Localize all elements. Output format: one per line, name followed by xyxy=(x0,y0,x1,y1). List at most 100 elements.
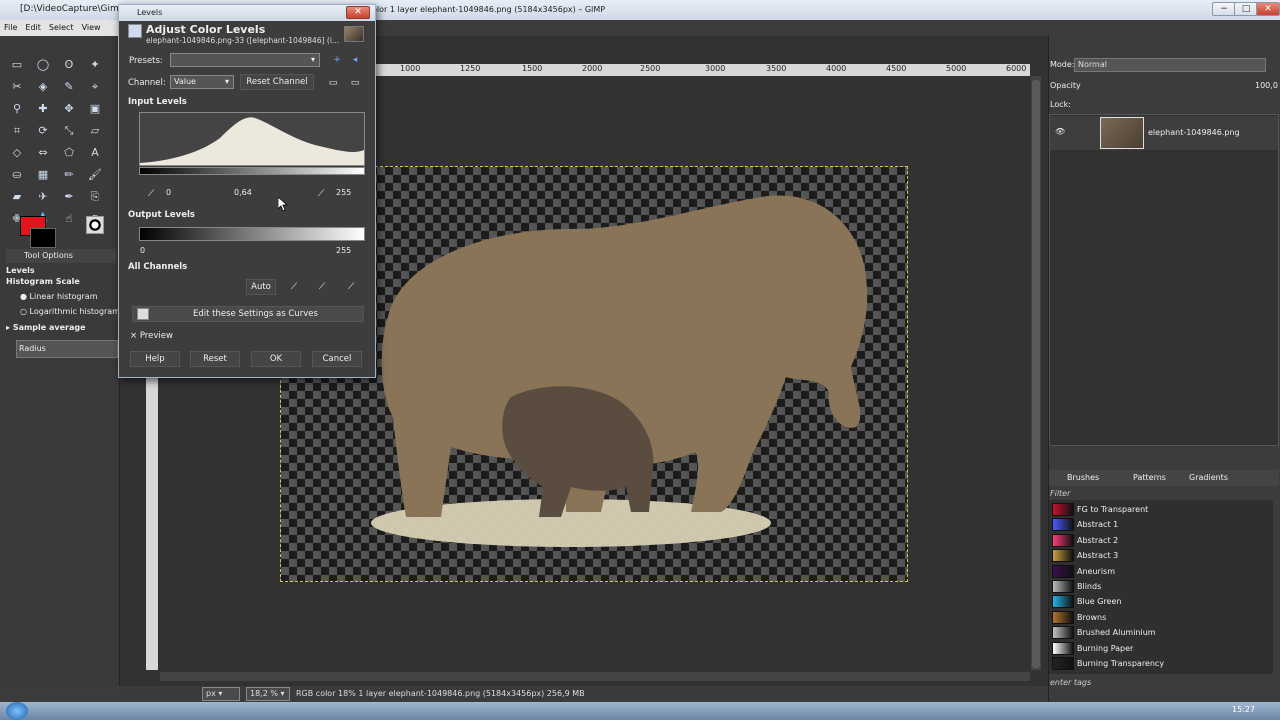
presets-combo[interactable]: ▾ xyxy=(170,53,320,67)
smudge-icon[interactable]: ☝ xyxy=(60,210,78,228)
log-histogram-icon[interactable]: ▭ xyxy=(346,75,364,91)
move-icon[interactable]: ✥ xyxy=(60,100,78,118)
reset-channel-button[interactable]: Reset Channel xyxy=(240,74,314,90)
gradient-name: Burning Transparency xyxy=(1077,659,1165,668)
bucket-fill-icon[interactable]: ⛀ xyxy=(8,166,26,184)
blend-icon[interactable]: ▦ xyxy=(34,166,52,184)
visibility-eye-icon[interactable]: 👁 xyxy=(1055,127,1065,136)
gradient-item[interactable]: Abstract 1 xyxy=(1049,517,1273,532)
rect-select-icon[interactable]: ▭ xyxy=(8,56,26,74)
gradient-item[interactable]: Blue Green xyxy=(1049,594,1273,609)
sample-average-toggle[interactable]: ▸ Sample average xyxy=(6,323,86,332)
black-point-picker-icon[interactable]: ⟋ xyxy=(142,186,160,202)
paintbrush-icon[interactable]: 🖌 xyxy=(86,166,104,184)
crop-icon[interactable]: ⌗ xyxy=(8,122,26,140)
white-point-picker-icon[interactable]: ⟋ xyxy=(312,186,330,202)
menu-select[interactable]: Select xyxy=(45,20,78,35)
gradient-item[interactable]: FG to Transparent xyxy=(1049,502,1273,517)
input-levels-slider[interactable] xyxy=(139,167,365,175)
input-gamma-spin[interactable]: 0,64 xyxy=(232,187,268,200)
input-high-spin[interactable]: 255 xyxy=(334,187,366,200)
opacity-value[interactable]: 100,0 xyxy=(1255,81,1278,90)
horizontal-scrollbar[interactable] xyxy=(160,672,1030,681)
shear-icon[interactable]: ▱ xyxy=(86,122,104,140)
levels-close-button[interactable]: ✕ xyxy=(346,6,370,19)
scissors-icon[interactable]: ✂ xyxy=(8,78,26,96)
preview-checkbox[interactable]: × Preview xyxy=(130,331,173,341)
text-icon[interactable]: A xyxy=(86,144,104,162)
radius-field[interactable]: Radius xyxy=(16,340,118,358)
scale-icon[interactable]: ⤡ xyxy=(60,122,78,140)
tab-brushes[interactable]: Brushes xyxy=(1067,473,1099,482)
minimize-button[interactable]: − xyxy=(1212,2,1236,16)
menu-view[interactable]: View xyxy=(78,20,105,35)
gradient-item[interactable]: Blinds xyxy=(1049,579,1273,594)
brush-preview-icon[interactable] xyxy=(86,216,104,234)
foreground-select-icon[interactable]: ◈ xyxy=(34,78,52,96)
ink-icon[interactable]: ✒ xyxy=(60,188,78,206)
menu-file[interactable]: File xyxy=(0,20,21,35)
linear-histogram-option[interactable]: ● Linear histogram xyxy=(20,292,98,301)
input-low-spin[interactable]: 0 xyxy=(164,187,194,200)
perspective-icon[interactable]: ◇ xyxy=(8,144,26,162)
menu-edit[interactable]: Edit xyxy=(21,20,45,35)
unit-select[interactable]: px ▾ xyxy=(202,687,240,701)
output-levels-slider[interactable] xyxy=(139,227,365,241)
resource-tabs: Brushes Patterns Gradients xyxy=(1049,470,1279,486)
preset-menu-icon[interactable]: ◂ xyxy=(346,52,364,68)
fuzzy-select-icon[interactable]: ✦ xyxy=(86,56,104,74)
zoom-icon[interactable]: ⚲ xyxy=(8,100,26,118)
tab-patterns[interactable]: Patterns xyxy=(1133,473,1166,482)
cage-icon[interactable]: ⬠ xyxy=(60,144,78,162)
measure-icon[interactable]: ✚ xyxy=(34,100,52,118)
channel-combo[interactable]: Value ▾ xyxy=(170,75,234,89)
pick-gray-icon[interactable]: ⟋ xyxy=(313,279,331,295)
layer-name[interactable]: elephant-1049846.png xyxy=(1148,128,1240,137)
background-color-swatch[interactable] xyxy=(30,228,56,248)
lasso-icon[interactable]: ʘ xyxy=(60,56,78,74)
flip-icon[interactable]: ⇔ xyxy=(34,144,52,162)
align-icon[interactable]: ▣ xyxy=(86,100,104,118)
airbrush-icon[interactable]: ✈ xyxy=(34,188,52,206)
gradient-item[interactable]: Abstract 2 xyxy=(1049,533,1273,548)
start-button[interactable] xyxy=(6,702,28,720)
color-picker-icon[interactable]: ⌖ xyxy=(86,78,104,96)
vertical-scrollbar-thumb[interactable] xyxy=(1032,80,1040,668)
clone-icon[interactable]: ⎘ xyxy=(86,188,104,206)
gradient-item[interactable]: Burning Transparency xyxy=(1049,656,1273,671)
output-high-spin[interactable]: 255 xyxy=(334,245,366,258)
close-button[interactable]: ✕ xyxy=(1256,2,1280,16)
tab-gradients[interactable]: Gradients xyxy=(1189,473,1228,482)
pick-black-icon[interactable]: ⟋ xyxy=(285,279,303,295)
paths-icon[interactable]: ✎ xyxy=(60,78,78,96)
help-button[interactable]: Help xyxy=(130,351,180,367)
edit-as-curves-button[interactable]: Edit these Settings as Curves xyxy=(132,306,364,322)
logarithmic-histogram-option[interactable]: ○ Logarithmic histogram xyxy=(20,307,120,316)
auto-button[interactable]: Auto xyxy=(246,279,276,295)
eraser-icon[interactable]: ▰ xyxy=(8,188,26,206)
gradient-item[interactable]: Aneurism xyxy=(1049,564,1273,579)
gradient-item[interactable]: Burning Paper xyxy=(1049,641,1273,656)
tag-entry[interactable]: enter tags xyxy=(1050,678,1091,687)
logarithmic-histogram-label: Logarithmic histogram xyxy=(29,307,120,316)
add-preset-icon[interactable]: + xyxy=(328,52,346,68)
ellipse-select-icon[interactable]: ◯ xyxy=(34,56,52,74)
tool-options-tab[interactable]: Tool Options xyxy=(6,249,116,263)
gradient-item[interactable]: Brushed Aluminium xyxy=(1049,625,1273,640)
gradient-name: Brushed Aluminium xyxy=(1077,628,1156,638)
mode-label: Mode: xyxy=(1050,60,1075,69)
layer-mode-select[interactable]: Normal xyxy=(1074,58,1266,72)
rotate-icon[interactable]: ⟳ xyxy=(34,122,52,140)
linear-histogram-icon[interactable]: ▭ xyxy=(324,75,342,91)
reset-button[interactable]: Reset xyxy=(190,351,240,367)
maximize-button[interactable]: □ xyxy=(1234,2,1258,16)
cancel-button[interactable]: Cancel xyxy=(312,351,362,367)
menu-bar: File Edit Select View xyxy=(0,20,120,36)
pick-white-icon[interactable]: ⟋ xyxy=(342,279,360,295)
zoom-select[interactable]: 18,2 % ▾ xyxy=(246,687,290,701)
ok-button[interactable]: OK xyxy=(251,351,301,367)
pencil-icon[interactable]: ✏ xyxy=(60,166,78,184)
output-low-spin[interactable]: 0 xyxy=(138,245,168,258)
gradient-item[interactable]: Browns xyxy=(1049,610,1273,625)
gradient-item[interactable]: Abstract 3 xyxy=(1049,548,1273,563)
